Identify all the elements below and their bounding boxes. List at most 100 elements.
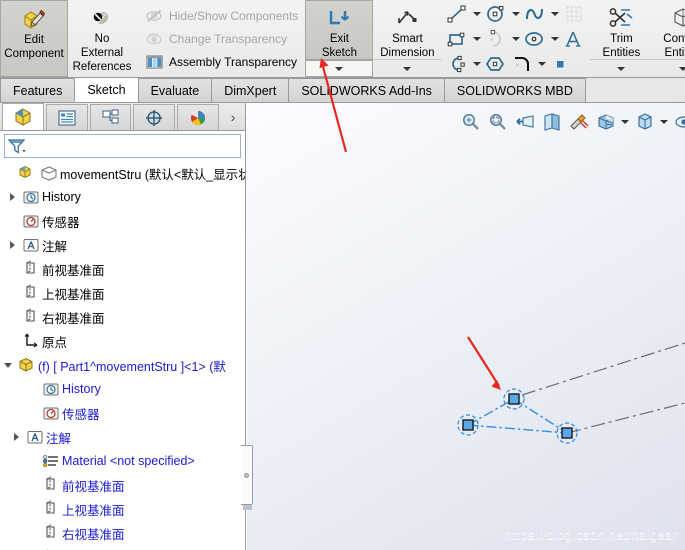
tree-label: 传感器 [62,407,100,422]
hide-show-components-button[interactable]: Hide/Show Components [140,4,301,27]
convert-entities-dropdown[interactable] [652,59,685,77]
arc-dropdown[interactable] [509,27,522,51]
command-manager-tabs: Features Sketch Evaluate DimXpert SOLIDW… [0,77,685,103]
rectangle-icon[interactable] [444,27,470,51]
tree-row-annotations[interactable]: 注解 [0,233,245,257]
panel-splitter-handle[interactable] [241,445,253,505]
tree-row-part-instance[interactable]: (f) [ Part1^movementStru ]<1> (默 [0,353,245,377]
ellipse-dropdown[interactable] [548,27,561,51]
tree-label: 注解 [46,431,72,446]
rectangle-dropdown[interactable] [470,27,483,51]
tab-dimxpert[interactable]: DimXpert [211,78,290,102]
convert-entities-button[interactable]: Convert Entities [652,0,685,59]
assembly-display-commands: Hide/Show Components Change Transparency [136,0,305,77]
tree-row-history[interactable]: History [0,185,245,209]
configuration-manager-tab[interactable] [89,104,132,130]
sketch-fillet-icon[interactable] [509,52,535,76]
plane-icon [40,475,62,495]
edit-component-label-2: Component [4,48,64,60]
expander-closed[interactable] [4,241,20,249]
history-icon [20,187,42,207]
line-icon[interactable] [444,2,470,26]
no-external-references-button[interactable]: No External References [68,0,136,77]
dimxpert-manager-tab[interactable] [133,104,176,130]
assembly-doc-icon [38,163,60,183]
exit-sketch-button[interactable]: Exit Sketch [305,0,374,60]
solidworks-window: Edit Component No External References Hi… [0,0,685,550]
polygon-icon[interactable] [483,52,509,76]
tree-label: 原点 [42,335,68,350]
slot-dropdown[interactable] [470,52,483,76]
tree-row-part-origin[interactable]: 原点 [0,545,245,550]
tab-features[interactable]: Features [0,78,76,102]
tree-row-part-sensors[interactable]: 传感器 [0,401,245,425]
tree-row-right-plane[interactable]: 右视基准面 [0,305,245,329]
no-external-references-label-2: External [80,47,124,59]
tree-row-part-annotations[interactable]: 注解 [0,425,245,449]
edit-component-button[interactable]: Edit Component [0,0,68,77]
plane-icon [40,523,62,543]
property-manager-tab[interactable] [45,104,88,130]
arrow-to-sketch-point [467,336,501,390]
trim-entities-dropdown[interactable] [590,59,653,77]
smart-dimension-button[interactable]: Smart Dimension [373,0,441,59]
ellipse-icon[interactable] [522,27,548,51]
spline-dropdown[interactable] [548,2,561,26]
sketch-fillet-dropdown[interactable] [535,52,548,76]
tree-row-part-history[interactable]: History [0,377,245,401]
tab-evaluate[interactable]: Evaluate [137,78,213,102]
tree-row-part-right-plane[interactable]: 右视基准面 [0,521,245,545]
expand-panel-chevron-icon[interactable]: › [221,104,245,130]
exit-sketch-dropdown[interactable] [305,60,374,77]
exit-sketch-icon [327,6,351,31]
smart-dimension-dropdown[interactable] [373,59,442,77]
no-external-references-label-1: No [94,33,110,45]
tree-row-top-plane[interactable]: 上视基准面 [0,281,245,305]
arc-icon[interactable] [483,27,509,51]
tree-filter-bar[interactable] [4,134,241,158]
graphics-viewport[interactable]: https://blog.csdn.net/haigear [247,103,685,550]
tree-row-origin[interactable]: 原点 [0,329,245,353]
filter-funnel-icon[interactable] [5,137,31,155]
plane-icon [20,283,42,303]
point-icon[interactable] [548,52,574,76]
change-transparency-button[interactable]: Change Transparency [140,27,301,50]
tree-row-front-plane[interactable]: 前视基准面 [0,257,245,281]
display-manager-tab[interactable] [177,104,220,130]
tree-row-part-front-plane[interactable]: 前视基准面 [0,473,245,497]
tree-scroll-indicator[interactable] [243,505,252,510]
exit-sketch-label-1: Exit [329,33,349,45]
expander-open[interactable] [0,362,16,368]
tab-sketch[interactable]: Sketch [74,77,139,102]
grid-snap-icon[interactable] [561,2,587,26]
tree-row-material[interactable]: Material <not specified> [0,449,245,473]
line-dropdown[interactable] [470,2,483,26]
manager-pane-tabs: › [0,103,245,131]
tree-row-part-top-plane[interactable]: 上视基准面 [0,497,245,521]
convert-entities-icon [671,5,685,31]
tree-label: 右视基准面 [62,527,125,542]
expander-closed[interactable] [8,433,24,441]
sketch-text-icon[interactable] [561,27,587,51]
expander-closed[interactable] [4,193,20,201]
tab-solidworks-mbd[interactable]: SOLIDWORKS MBD [443,78,586,102]
sketch-geometry [457,336,685,444]
feature-manager-tab[interactable] [2,103,44,130]
spline-icon[interactable] [522,2,548,26]
tree-label: movementStru (默认<默认_显示状态 [60,167,245,182]
tab-solidworks-add-ins[interactable]: SOLIDWORKS Add-Ins [288,78,445,102]
circle-dropdown[interactable] [509,2,522,26]
assembly-transparency-button[interactable]: Assembly Transparency [140,50,301,73]
sketch-entities-group [441,0,590,77]
tree-row-sensors[interactable]: 传感器 [0,209,245,233]
tree-row-assembly-root[interactable]: movementStru (默认<默认_显示状态 [0,161,245,185]
trim-entities-label-2: Entities [602,47,641,59]
no-external-references-icon [89,5,115,31]
annotations-icon [20,235,42,255]
tree-label: 前视基准面 [62,479,125,494]
circle-icon[interactable] [483,2,509,26]
trim-entities-button[interactable]: Trim Entities [590,0,652,59]
chevron-down-icon [511,11,520,16]
feature-tree[interactable]: movementStru (默认<默认_显示状态 History 传感器 注解 … [0,161,245,550]
slot-icon[interactable] [444,52,470,76]
